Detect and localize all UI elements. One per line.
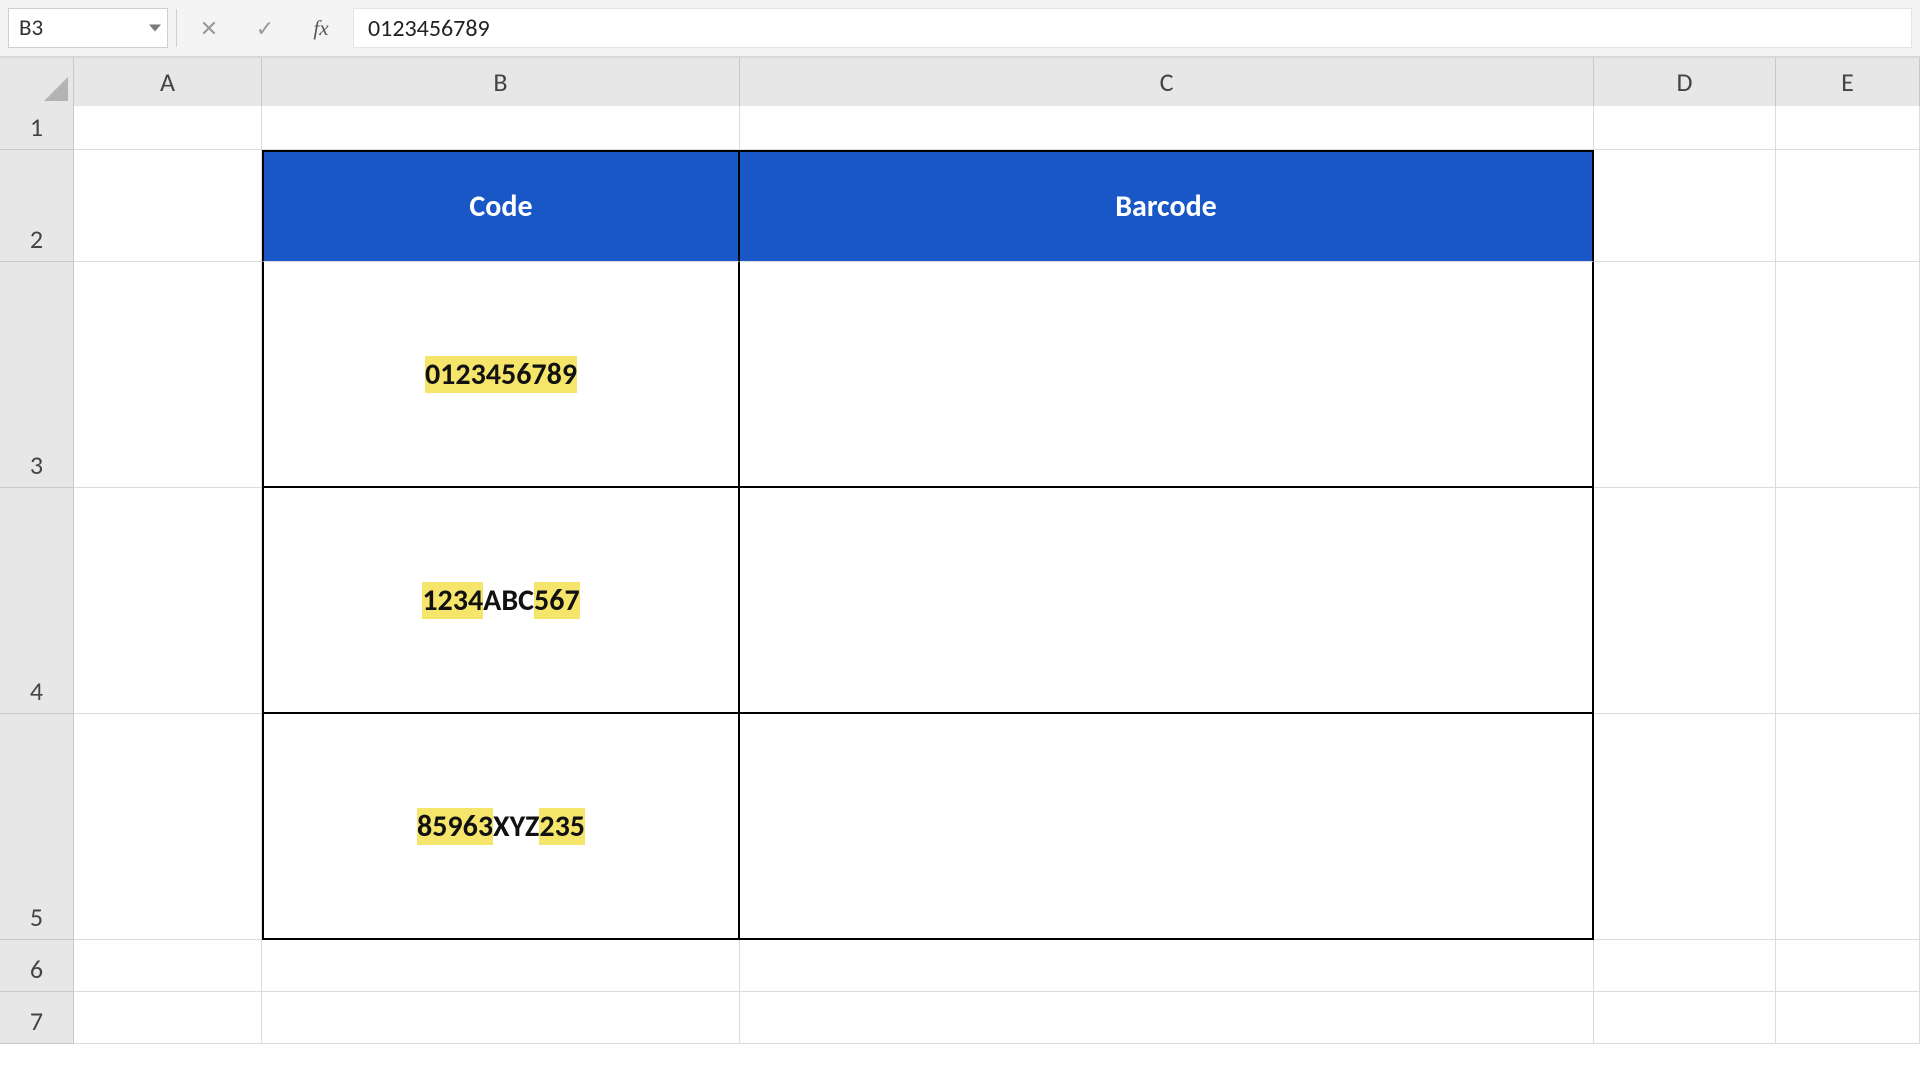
col-header-d[interactable]: D [1594,58,1776,106]
cell-c7[interactable] [740,992,1594,1044]
formula-input-value: 0123456789 [368,14,490,43]
name-box-value: B3 [19,14,43,42]
cell-d5[interactable] [1594,714,1776,940]
cell-c6[interactable] [740,940,1594,992]
cell-b6[interactable] [262,940,740,992]
cell-d4[interactable] [1594,488,1776,714]
row-header-4[interactable]: 4 [0,488,74,714]
separator [176,9,177,47]
row-header-2[interactable]: 2 [0,150,74,262]
col-header-e[interactable]: E [1776,58,1920,106]
cell-d1[interactable] [1594,106,1776,150]
chevron-down-icon[interactable] [149,25,161,32]
cell-e4[interactable] [1776,488,1920,714]
col-header-a[interactable]: A [74,58,262,106]
insert-function-button[interactable]: fx [297,8,345,48]
cell-a7[interactable] [74,992,262,1044]
cell-c1[interactable] [740,106,1594,150]
row-header-5[interactable]: 5 [0,714,74,940]
cancel-formula-button[interactable]: ✕ [185,8,233,48]
cell-e3[interactable] [1776,262,1920,488]
cell-b2-header-code[interactable]: Code [262,150,740,262]
cell-a6[interactable] [74,940,262,992]
header-barcode-label: Barcode [1115,188,1217,225]
name-box[interactable]: B3 [8,8,168,48]
cell-a3[interactable] [74,262,262,488]
cell-e6[interactable] [1776,940,1920,992]
cell-c3-barcode[interactable] [740,262,1594,488]
formula-input[interactable]: 0123456789 [353,8,1912,48]
code-value-row1: 0123456789 [425,356,577,393]
cell-c4-barcode[interactable] [740,488,1594,714]
cell-e7[interactable] [1776,992,1920,1044]
grid-rows: 1 2 Code Barcode 3 0123 [0,106,1920,1044]
cell-b7[interactable] [262,992,740,1044]
cell-b5-code[interactable]: 85963XYZ235 [262,714,740,940]
cell-d6[interactable] [1594,940,1776,992]
fx-icon: fx [313,16,328,41]
cell-e5[interactable] [1776,714,1920,940]
code-value-row3: 85963XYZ235 [417,808,585,845]
select-all-corner[interactable] [0,58,74,106]
row-header-7[interactable]: 7 [0,992,74,1044]
cell-c5-barcode[interactable] [740,714,1594,940]
cell-c2-header-barcode[interactable]: Barcode [740,150,1594,262]
col-header-c[interactable]: C [740,58,1594,106]
cell-a1[interactable] [74,106,262,150]
cell-d2[interactable] [1594,150,1776,262]
cell-a2[interactable] [74,150,262,262]
cell-a4[interactable] [74,488,262,714]
cell-e2[interactable] [1776,150,1920,262]
cell-b4-code[interactable]: 1234ABC567 [262,488,740,714]
row-header-1[interactable]: 1 [0,106,74,150]
header-code-label: Code [469,188,532,225]
column-headers: A B C D E [0,58,1920,106]
row-header-6[interactable]: 6 [0,940,74,992]
cell-e1[interactable] [1776,106,1920,150]
code-value-row2: 1234ABC567 [422,582,579,619]
close-icon: ✕ [200,15,218,42]
col-header-b[interactable]: B [262,58,740,106]
cell-b3-code[interactable]: 0123456789 [262,262,740,488]
cell-b1[interactable] [262,106,740,150]
row-header-3[interactable]: 3 [0,262,74,488]
check-icon: ✓ [256,15,274,42]
enter-formula-button[interactable]: ✓ [241,8,289,48]
cell-d3[interactable] [1594,262,1776,488]
cell-d7[interactable] [1594,992,1776,1044]
cell-a5[interactable] [74,714,262,940]
worksheet: A B C D E 1 2 Code Barcode [0,58,1920,1044]
formula-bar: B3 ✕ ✓ fx 0123456789 [0,0,1920,58]
